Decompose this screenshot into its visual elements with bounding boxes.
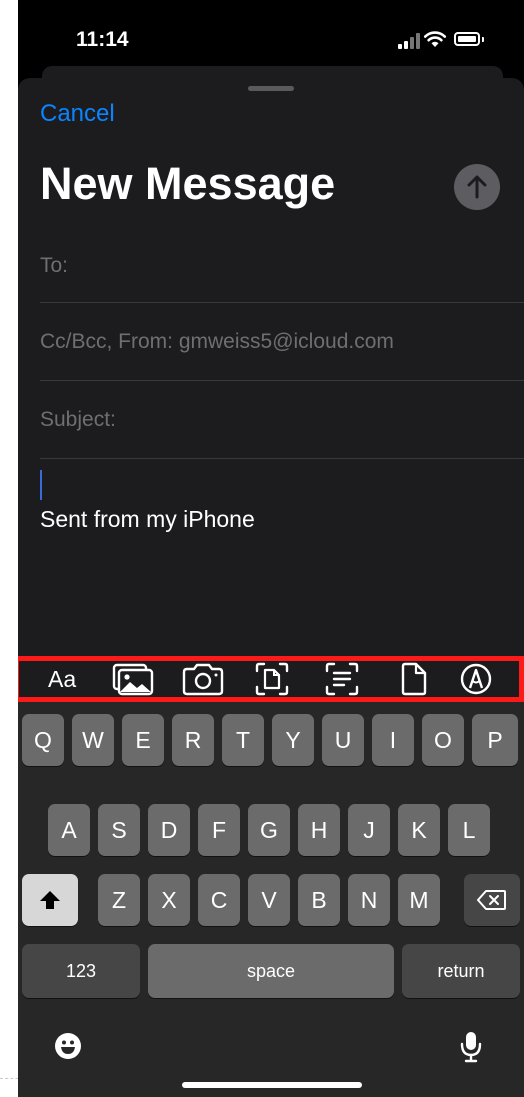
cancel-button[interactable]: Cancel [40, 100, 115, 128]
wifi-icon [423, 31, 447, 47]
scan-text-icon[interactable] [324, 661, 360, 697]
key-k[interactable]: K [398, 804, 440, 856]
to-field[interactable]: To: [40, 254, 68, 278]
sheet-grabber[interactable] [248, 86, 294, 91]
key-z[interactable]: Z [98, 874, 140, 926]
key-c[interactable]: C [198, 874, 240, 926]
phone-screen: 11:14 Cancel New Message To: Cc/Bcc, Fro… [18, 0, 524, 1097]
photo-library-icon[interactable] [110, 661, 156, 697]
key-r[interactable]: R [172, 714, 214, 766]
home-indicator[interactable] [182, 1082, 362, 1088]
emoji-icon[interactable] [54, 1032, 82, 1060]
key-s[interactable]: S [98, 804, 140, 856]
status-bar: 11:14 [18, 0, 524, 64]
divider [40, 458, 524, 459]
key-i[interactable]: I [372, 714, 414, 766]
message-body[interactable]: Sent from my iPhone [40, 506, 255, 533]
key-o[interactable]: O [422, 714, 464, 766]
key-e[interactable]: E [122, 714, 164, 766]
text-format-button[interactable]: Aa [48, 661, 76, 697]
space-key[interactable]: space [148, 944, 394, 998]
markup-icon[interactable] [458, 661, 494, 697]
key-a[interactable]: A [48, 804, 90, 856]
divider [40, 302, 524, 303]
key-t[interactable]: T [222, 714, 264, 766]
key-j[interactable]: J [348, 804, 390, 856]
text-cursor [40, 470, 42, 500]
cc-bcc-from-field[interactable]: Cc/Bcc, From: gmweiss5@icloud.com [40, 330, 394, 354]
backspace-icon [477, 890, 506, 910]
key-b[interactable]: B [298, 874, 340, 926]
divider [40, 380, 524, 381]
key-n[interactable]: N [348, 874, 390, 926]
battery-icon [454, 32, 480, 46]
key-x[interactable]: X [148, 874, 190, 926]
key-y[interactable]: Y [272, 714, 314, 766]
numbers-key[interactable]: 123 [22, 944, 140, 998]
key-h[interactable]: H [298, 804, 340, 856]
scan-document-icon[interactable] [254, 661, 290, 697]
compose-sheet: Cancel New Message To: Cc/Bcc, From: gmw… [18, 78, 524, 658]
key-f[interactable]: F [198, 804, 240, 856]
attach-file-icon[interactable] [398, 661, 430, 697]
shift-key[interactable] [22, 874, 78, 926]
key-v[interactable]: V [248, 874, 290, 926]
camera-icon[interactable] [180, 661, 226, 697]
keyboard: Q W E R T Y U I O P A S D F G H J K L Z … [18, 702, 524, 1097]
key-d[interactable]: D [148, 804, 190, 856]
key-m[interactable]: M [398, 874, 440, 926]
arrow-up-icon [467, 175, 487, 199]
cellular-signal-icon [398, 33, 420, 49]
page-title: New Message [40, 158, 336, 209]
subject-field[interactable]: Subject: [40, 408, 116, 432]
key-g[interactable]: G [248, 804, 290, 856]
delete-key[interactable] [464, 874, 520, 926]
key-u[interactable]: U [322, 714, 364, 766]
microphone-icon[interactable] [460, 1030, 482, 1064]
key-w[interactable]: W [72, 714, 114, 766]
key-p[interactable]: P [472, 714, 518, 766]
key-l[interactable]: L [448, 804, 490, 856]
key-q[interactable]: Q [22, 714, 64, 766]
shift-arrow-icon [40, 891, 60, 909]
return-key[interactable]: return [402, 944, 520, 998]
send-button[interactable] [454, 164, 500, 210]
battery-tip [482, 37, 484, 42]
status-time: 11:14 [76, 28, 129, 51]
